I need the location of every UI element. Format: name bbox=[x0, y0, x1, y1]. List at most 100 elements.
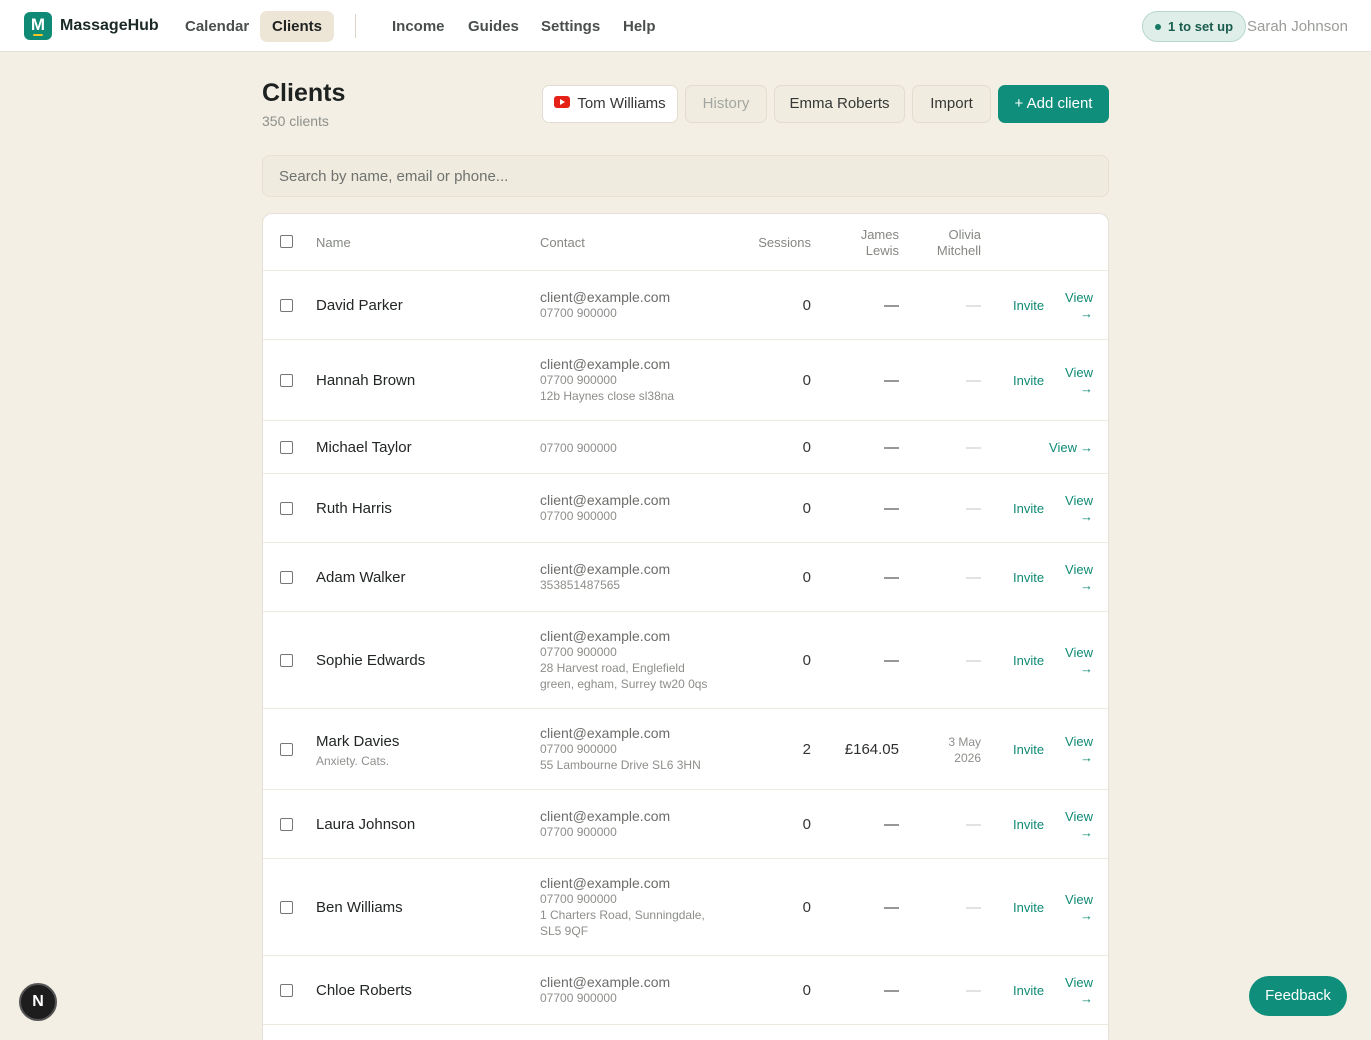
view-link[interactable]: View → bbox=[1043, 809, 1093, 841]
contact-cell: client@example.com 07700 900000 28 Harvest… bbox=[540, 628, 707, 692]
row-checkbox[interactable] bbox=[280, 298, 293, 312]
nav-guides[interactable]: Guides bbox=[456, 11, 531, 42]
client-amount: — bbox=[884, 499, 899, 517]
last-session-date: — bbox=[901, 500, 981, 517]
nav-income[interactable]: Income bbox=[380, 11, 457, 42]
view-link[interactable]: View → bbox=[1043, 290, 1093, 322]
table-row[interactable]: Laura Johnson client@example.com 07700 900… bbox=[263, 790, 1108, 859]
table-row[interactable]: Ben Williams client@example.com 07700 9000… bbox=[263, 859, 1108, 956]
client-amount: — bbox=[884, 898, 899, 916]
row-checkbox[interactable] bbox=[280, 900, 293, 914]
table-row[interactable]: Mark Davies Anxiety. Cats. client@example.… bbox=[263, 709, 1108, 790]
client-phone: 07700 900000 bbox=[540, 742, 617, 756]
client-name[interactable]: Laura Johnson bbox=[316, 816, 415, 833]
col-james-lewis[interactable]: James Lewis bbox=[819, 227, 899, 259]
brand[interactable]: M MassageHub bbox=[24, 12, 159, 40]
date-line: — bbox=[966, 815, 981, 833]
client-email: client@example.com bbox=[540, 875, 671, 891]
sessions-count: 0 bbox=[802, 296, 811, 314]
row-checkbox[interactable] bbox=[280, 983, 293, 997]
nav-help[interactable]: Help bbox=[611, 11, 668, 42]
client-name[interactable]: Ruth Harris bbox=[316, 500, 392, 517]
arrow-right-icon: → bbox=[1080, 990, 1093, 1006]
row-checkbox[interactable] bbox=[280, 742, 293, 756]
client-name[interactable]: Mark Davies bbox=[316, 733, 399, 750]
client-phone: 07700 900000 bbox=[540, 373, 617, 387]
table-row[interactable]: Michael Taylor 07700 900000 0 — — View → bbox=[263, 421, 1108, 474]
add-client-button[interactable]: + Add client bbox=[998, 85, 1109, 123]
row-checkbox[interactable] bbox=[280, 373, 293, 387]
invite-link[interactable]: Invite bbox=[1013, 570, 1044, 585]
row-checkbox[interactable] bbox=[280, 653, 293, 667]
row-checkbox[interactable] bbox=[280, 501, 293, 515]
view-link[interactable]: View → bbox=[1043, 892, 1093, 924]
client-name[interactable]: Sophie Edwards bbox=[316, 652, 425, 669]
view-label: View bbox=[1065, 289, 1093, 305]
col-contact[interactable]: Contact bbox=[540, 235, 585, 251]
row-checkbox[interactable] bbox=[280, 817, 293, 831]
last-session-date: — bbox=[901, 372, 981, 389]
video-guide-button[interactable]: Tom Williams bbox=[542, 85, 678, 123]
table-row[interactable]: Chloe Roberts client@example.com 07700 900… bbox=[263, 956, 1108, 1025]
row-checkbox[interactable] bbox=[280, 440, 293, 454]
view-label: View bbox=[1049, 439, 1077, 455]
nav-settings[interactable]: Settings bbox=[529, 11, 612, 42]
view-link[interactable]: View → bbox=[1043, 365, 1093, 397]
date-line: — bbox=[966, 898, 981, 916]
table-row[interactable]: Hannah Brown client@example.com 07700 9000… bbox=[263, 340, 1108, 421]
col-james-lewis-line2: Lewis bbox=[865, 243, 899, 258]
table-row[interactable]: Adam Walker client@example.com 35385148756… bbox=[263, 543, 1108, 612]
client-address: green, egham, Surrey tw20 0qs bbox=[540, 677, 708, 691]
history-button[interactable]: History bbox=[685, 85, 767, 123]
invite-link[interactable]: Invite bbox=[1013, 501, 1044, 516]
client-address: 28 Harvest road, Englefield bbox=[540, 661, 685, 675]
row-checkbox[interactable] bbox=[280, 570, 293, 584]
client-name[interactable]: Michael Taylor bbox=[316, 439, 412, 456]
select-all-checkbox[interactable] bbox=[280, 235, 293, 248]
invite-link[interactable]: Invite bbox=[1013, 983, 1044, 998]
invite-link[interactable]: Invite bbox=[1013, 900, 1044, 915]
client-name[interactable]: David Parker bbox=[316, 297, 403, 314]
emma-roberts-button[interactable]: Emma Roberts bbox=[774, 85, 905, 123]
table-row[interactable]: Sophie Edwards client@example.com 07700 90… bbox=[263, 612, 1108, 709]
table-row[interactable]: Ruth Harris client@example.com 07700 90000… bbox=[263, 474, 1108, 543]
date-line: — bbox=[966, 651, 981, 669]
client-name[interactable]: Hannah Brown bbox=[316, 372, 415, 389]
view-link[interactable]: View → bbox=[1043, 493, 1093, 525]
nav-clients[interactable]: Clients bbox=[260, 11, 335, 42]
view-link[interactable]: View → bbox=[1043, 734, 1093, 766]
invite-link[interactable]: Invite bbox=[1013, 373, 1044, 388]
col-olivia-mitchell[interactable]: Olivia Mitchell bbox=[901, 227, 981, 259]
table-row[interactable]: David Parker client@example.com 07700 9000… bbox=[263, 271, 1108, 340]
invite-link[interactable]: Invite bbox=[1013, 298, 1044, 313]
col-sessions[interactable]: Sessions bbox=[731, 235, 811, 251]
invite-link[interactable]: Invite bbox=[1013, 817, 1044, 832]
date-line: — bbox=[966, 568, 981, 586]
invite-link[interactable]: Invite bbox=[1013, 653, 1044, 668]
next-dev-badge[interactable]: N bbox=[19, 983, 57, 1021]
col-name[interactable]: Name bbox=[316, 235, 351, 251]
client-name[interactable]: Adam Walker bbox=[316, 569, 405, 586]
arrow-right-icon: → bbox=[1080, 907, 1093, 923]
client-name-cell: Mark Davies Anxiety. Cats. bbox=[316, 733, 399, 768]
import-button[interactable]: Import bbox=[912, 85, 991, 123]
search-input[interactable] bbox=[262, 155, 1109, 197]
client-phone: 07700 900000 bbox=[540, 440, 617, 455]
client-name[interactable]: Ben Williams bbox=[316, 899, 403, 916]
view-link[interactable]: View → bbox=[1043, 975, 1093, 1007]
client-name[interactable]: Chloe Roberts bbox=[316, 982, 412, 999]
view-link[interactable]: View → bbox=[1043, 562, 1093, 594]
nav-calendar[interactable]: Calendar bbox=[173, 11, 261, 42]
last-session-date: — bbox=[901, 439, 981, 456]
date-line: 3 May bbox=[948, 734, 981, 749]
feedback-button[interactable]: Feedback bbox=[1249, 976, 1347, 1016]
view-link[interactable]: View → bbox=[1023, 440, 1093, 456]
client-amount: — bbox=[884, 815, 899, 833]
client-amount: £164.05 bbox=[844, 740, 899, 758]
client-note: Anxiety. Cats. bbox=[316, 753, 390, 768]
invite-link[interactable]: Invite bbox=[1013, 742, 1044, 757]
setup-pill[interactable]: 1 to set up bbox=[1142, 11, 1247, 42]
view-link[interactable]: View → bbox=[1043, 645, 1093, 677]
client-email: client@example.com bbox=[540, 492, 671, 508]
user-name[interactable]: Sarah Johnson bbox=[1247, 18, 1348, 35]
